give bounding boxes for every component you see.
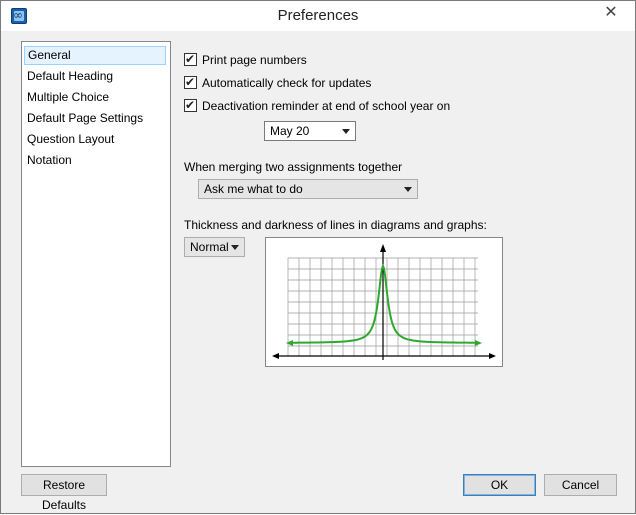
preview-graph <box>272 244 496 360</box>
restore-defaults-button[interactable]: Restore Defaults <box>21 474 107 512</box>
y-axis-arrow-icon <box>380 244 386 252</box>
sidebar-item-multiple-choice[interactable]: Multiple Choice <box>24 88 166 107</box>
cancel-button[interactable]: Cancel <box>544 474 617 496</box>
line-thickness-dropdown[interactable]: Normal <box>184 237 245 257</box>
chevron-down-icon <box>342 129 350 134</box>
ok-button[interactable]: OK <box>463 474 536 496</box>
line-thickness-value: Normal <box>190 240 229 254</box>
print-page-numbers-label: Print page numbers <box>202 53 307 67</box>
chevron-down-icon <box>404 187 412 192</box>
deactivation-reminder-checkbox[interactable] <box>184 97 197 113</box>
line-thickness-preview <box>265 237 503 367</box>
sidebar-item-notation[interactable]: Notation <box>24 151 166 170</box>
merge-behavior-value: Ask me what to do <box>204 182 303 196</box>
print-page-numbers-checkbox[interactable] <box>184 51 197 67</box>
x-axis-left-arrow-icon <box>272 353 279 359</box>
sidebar-item-general[interactable]: General <box>24 46 166 65</box>
sidebar-item-question-layout[interactable]: Question Layout <box>24 130 166 149</box>
sidebar-item-default-heading[interactable]: Default Heading <box>24 67 166 86</box>
auto-check-updates-checkbox[interactable] <box>184 74 197 90</box>
category-list[interactable]: General Default Heading Multiple Choice … <box>21 41 171 467</box>
auto-check-updates-label: Automatically check for updates <box>202 76 372 90</box>
sidebar-item-default-page-settings[interactable]: Default Page Settings <box>24 109 166 128</box>
reminder-date-value: May 20 <box>270 124 310 138</box>
title-bar[interactable]: Preferences ✕ <box>1 1 635 31</box>
reminder-date-dropdown[interactable]: May 20 <box>264 121 356 141</box>
line-thickness-label: Thickness and darkness of lines in diagr… <box>184 218 487 232</box>
merge-behavior-dropdown[interactable]: Ask me what to do <box>198 179 418 199</box>
window-title: Preferences <box>277 7 359 24</box>
merge-label: When merging two assignments together <box>184 160 403 174</box>
deactivation-reminder-label: Deactivation reminder at end of school y… <box>202 99 451 113</box>
chevron-down-icon <box>231 245 239 250</box>
close-icon[interactable]: ✕ <box>595 2 627 22</box>
preview-curve <box>290 263 478 344</box>
x-axis-right-arrow-icon <box>489 353 496 359</box>
preferences-window: Preferences ✕ General Default Heading Mu… <box>0 0 636 514</box>
